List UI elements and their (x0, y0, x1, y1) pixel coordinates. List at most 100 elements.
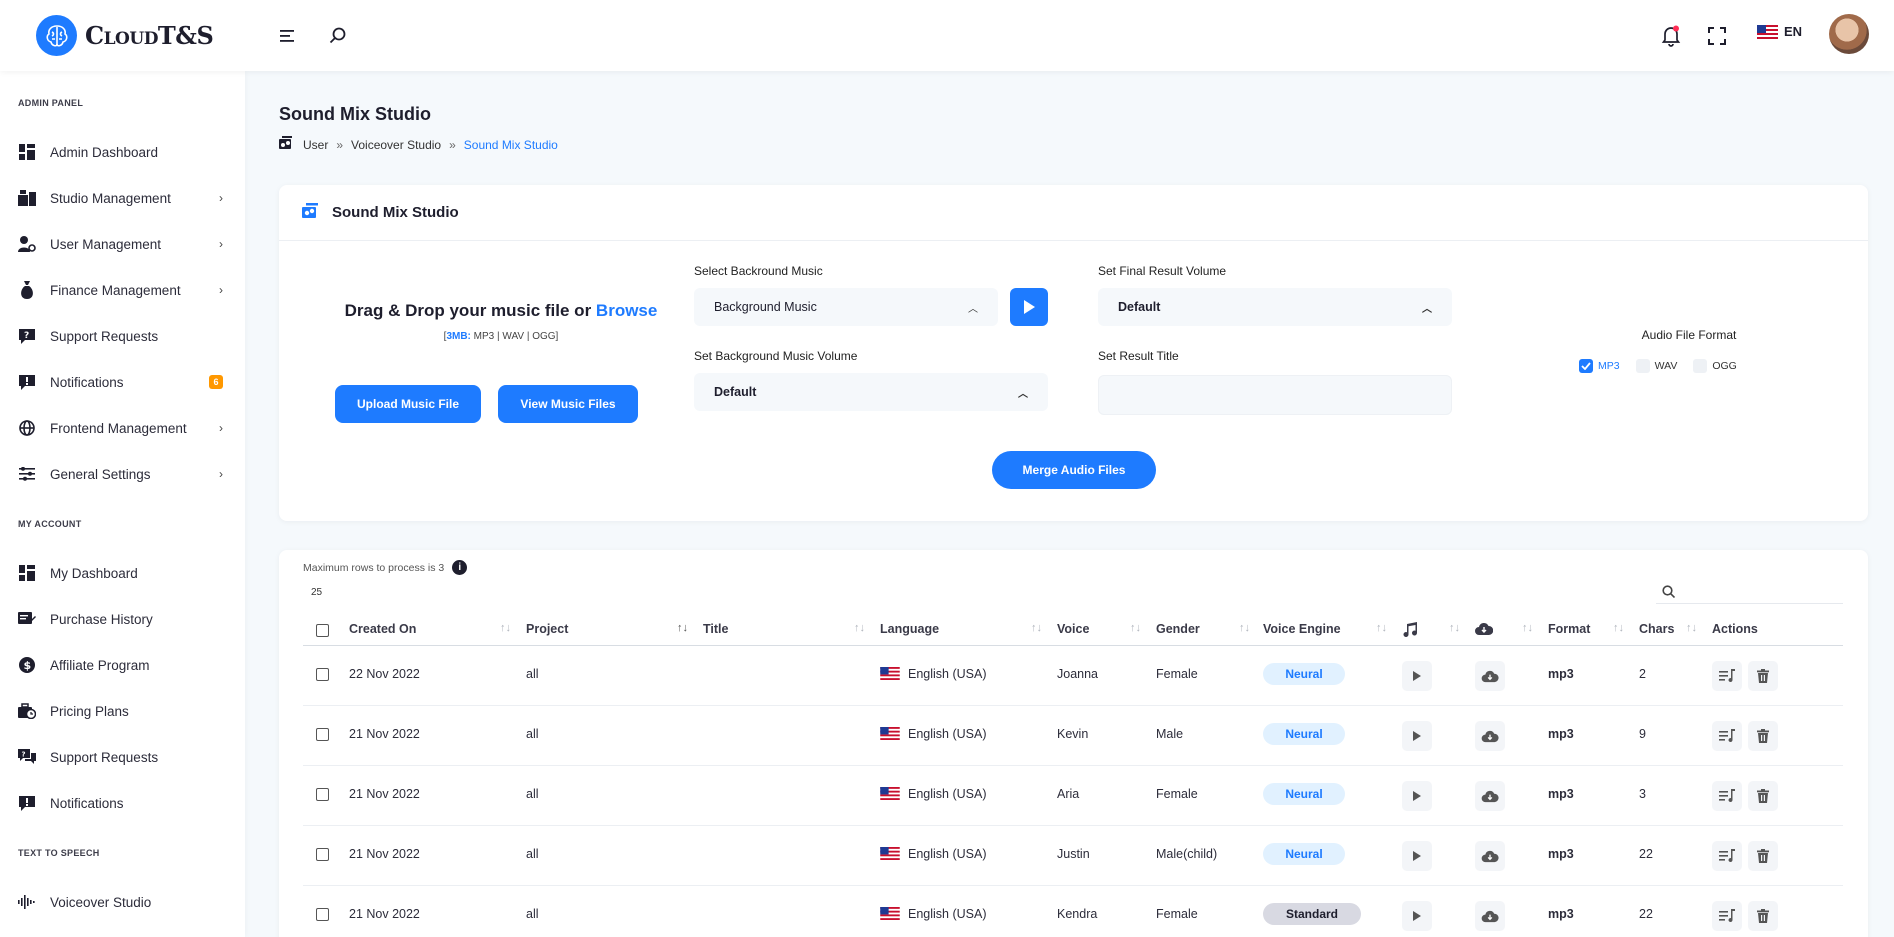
sidebar-item-notifications-account[interactable]: Notifications (18, 791, 223, 815)
sort-icon[interactable]: ↑↓ (1239, 622, 1250, 634)
play-audio-button[interactable] (1402, 781, 1432, 811)
add-to-playlist-button[interactable] (1712, 841, 1742, 871)
add-to-playlist-button[interactable] (1712, 721, 1742, 751)
page-size-select[interactable]: 25 (311, 587, 322, 598)
col-voice[interactable]: Voice (1057, 622, 1089, 636)
checkbox-checked-icon[interactable] (1579, 359, 1593, 373)
col-audio-music-icon[interactable] (1402, 622, 1418, 640)
engine-badge: Neural (1263, 723, 1345, 745)
sidebar-item-notifications[interactable]: Notifications 6 (18, 370, 223, 394)
breadcrumb-user[interactable]: User (303, 138, 328, 152)
bg-volume-label: Set Background Music Volume (694, 349, 858, 363)
delete-row-button[interactable] (1748, 721, 1778, 751)
delete-row-button[interactable] (1748, 661, 1778, 691)
bg-music-select[interactable]: Background Music ︿ (694, 288, 998, 326)
sort-icon[interactable]: ↑↓ (1031, 622, 1042, 634)
sort-icon[interactable]: ↑↓ (1522, 622, 1533, 634)
download-button[interactable] (1475, 781, 1505, 811)
delete-row-button[interactable] (1748, 781, 1778, 811)
sidebar-item-user-management[interactable]: User Management › (18, 232, 223, 256)
row-checkbox[interactable] (316, 908, 329, 921)
checkbox-icon[interactable] (1635, 359, 1650, 373)
download-button[interactable] (1475, 661, 1505, 691)
sort-icon[interactable]: ↑↓ (1376, 622, 1387, 634)
delete-row-button[interactable] (1748, 841, 1778, 871)
cloud-download-icon (1481, 730, 1499, 742)
col-project[interactable]: Project (526, 622, 568, 636)
sidebar-item-admin-dashboard[interactable]: Admin Dashboard (18, 140, 223, 164)
add-to-playlist-button[interactable] (1712, 661, 1742, 691)
play-audio-button[interactable] (1402, 901, 1432, 931)
format-option-wav[interactable]: WAV (1635, 359, 1677, 373)
row-checkbox[interactable] (316, 668, 329, 681)
svg-text:?: ? (24, 331, 29, 341)
play-audio-button[interactable] (1402, 721, 1432, 751)
play-icon (1413, 791, 1421, 801)
download-button[interactable] (1475, 901, 1505, 931)
col-chars[interactable]: Chars (1639, 622, 1674, 636)
sort-icon[interactable]: ↑↓ (1613, 622, 1624, 634)
sidebar-item-support-requests[interactable]: ? Support Requests (18, 324, 223, 348)
sidebar-item-voiceover-studio[interactable]: Voiceover Studio (18, 890, 223, 914)
download-button[interactable] (1475, 841, 1505, 871)
col-download-cloud-icon[interactable] (1475, 622, 1494, 639)
user-avatar[interactable] (1829, 14, 1869, 54)
drop-zone[interactable]: Drag & Drop your music file or Browse (332, 301, 670, 321)
browse-link[interactable]: Browse (596, 301, 657, 320)
add-to-playlist-button[interactable] (1712, 781, 1742, 811)
result-title-input[interactable] (1098, 375, 1452, 415)
sidebar-item-frontend-management[interactable]: Frontend Management › (18, 416, 223, 440)
col-created-on[interactable]: Created On (349, 622, 416, 636)
limits-size: 3MB: (446, 331, 471, 342)
download-button[interactable] (1475, 721, 1505, 751)
sort-icon[interactable]: ↑↓ (677, 622, 688, 634)
sidebar-item-my-dashboard[interactable]: My Dashboard (18, 561, 223, 585)
sidebar-item-support-requests-account[interactable]: ? Support Requests (18, 745, 223, 769)
sidebar-item-purchase-history[interactable]: Purchase History (18, 607, 223, 631)
sidebar-item-studio-management[interactable]: Studio Management › (18, 186, 223, 210)
col-language[interactable]: Language (880, 622, 939, 636)
col-title[interactable]: Title (703, 622, 728, 636)
sort-icon[interactable]: ↑↓ (1686, 622, 1697, 634)
fullscreen-icon[interactable] (1705, 24, 1729, 48)
cell-format: mp3 (1548, 727, 1574, 741)
sort-icon[interactable]: ↑↓ (854, 622, 865, 634)
table-search-input[interactable] (1656, 580, 1843, 604)
sidebar-item-finance-management[interactable]: Finance Management › (18, 278, 223, 302)
language-selector[interactable]: EN (1757, 24, 1802, 39)
sort-icon[interactable]: ↑↓ (1130, 622, 1141, 634)
col-voice-engine[interactable]: Voice Engine (1263, 622, 1341, 636)
format-option-ogg[interactable]: OGG (1693, 359, 1737, 373)
brand-logo[interactable]: CloudT&S (36, 15, 214, 56)
format-option-mp3[interactable]: MP3 (1579, 359, 1620, 373)
info-icon[interactable]: i (452, 560, 468, 575)
sidebar-item-pricing-plans[interactable]: Pricing Plans (18, 699, 223, 723)
sort-icon[interactable]: ↑↓ (500, 622, 511, 634)
globe-icon (18, 419, 36, 437)
sort-icon[interactable]: ↑↓ (1449, 622, 1460, 634)
merge-audio-button[interactable]: Merge Audio Files (992, 451, 1156, 489)
view-music-files-button[interactable]: View Music Files (498, 385, 638, 423)
play-audio-button[interactable] (1402, 841, 1432, 871)
add-to-playlist-button[interactable] (1712, 901, 1742, 931)
final-volume-select[interactable]: Default ︿ (1098, 288, 1452, 326)
bg-volume-select[interactable]: Default ︿ (694, 373, 1048, 411)
row-checkbox[interactable] (316, 788, 329, 801)
col-format[interactable]: Format (1548, 622, 1590, 636)
select-all-checkbox[interactable] (316, 624, 329, 637)
row-checkbox[interactable] (316, 848, 329, 861)
search-icon[interactable] (326, 24, 350, 48)
play-audio-button[interactable] (1402, 661, 1432, 691)
upload-music-button[interactable]: Upload Music File (335, 385, 481, 423)
menu-toggle-icon[interactable] (276, 24, 300, 48)
notification-bell-icon[interactable] (1659, 24, 1683, 48)
sidebar-item-affiliate-program[interactable]: $ Affiliate Program (18, 653, 223, 677)
sidebar-item-general-settings[interactable]: General Settings › (18, 462, 223, 486)
col-gender[interactable]: Gender (1156, 622, 1200, 636)
breadcrumb-voiceover-studio[interactable]: Voiceover Studio (351, 138, 441, 152)
delete-row-button[interactable] (1748, 901, 1778, 931)
play-preview-button[interactable] (1010, 288, 1048, 326)
card-title: Sound Mix Studio (332, 204, 459, 221)
checkbox-icon[interactable] (1693, 359, 1708, 373)
row-checkbox[interactable] (316, 728, 329, 741)
